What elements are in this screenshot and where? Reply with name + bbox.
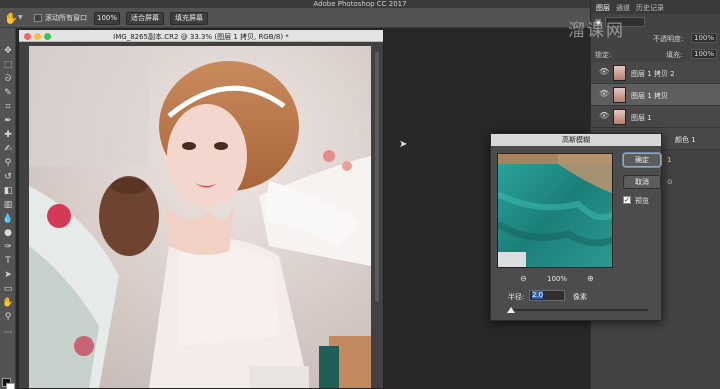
lasso-tool-icon[interactable]: ᘐ	[2, 74, 14, 85]
quick-select-tool-icon[interactable]: ✎	[2, 88, 14, 99]
radius-input[interactable]: 2.0	[529, 290, 565, 301]
opacity-label: 不透明度:	[653, 35, 684, 43]
fill-field[interactable]: 100%	[691, 49, 717, 59]
more-tools-icon[interactable]: ⋯	[2, 328, 14, 339]
zoom-100-button[interactable]: 100%	[94, 12, 120, 25]
tab-layers[interactable]: 图层	[596, 3, 610, 13]
preview-label: 预览	[635, 197, 649, 205]
layer-name: 图层 1 拷贝 2	[631, 70, 675, 78]
preview-checkbox[interactable]: ✓	[623, 196, 631, 204]
layer-name: 颜色 1	[675, 136, 696, 144]
layer-number: 1	[667, 156, 672, 164]
mouse-cursor-icon: ➤	[399, 139, 408, 150]
portrait-photo	[29, 46, 371, 388]
background-color-swatch[interactable]	[6, 383, 15, 389]
dialog-title: 高斯模糊	[562, 136, 590, 144]
brush-tool-icon[interactable]: ✍	[2, 144, 14, 155]
path-select-tool-icon[interactable]: ➤	[2, 270, 14, 281]
zoom-value: 100%	[547, 275, 568, 283]
healing-brush-tool-icon[interactable]: ✚	[2, 130, 14, 141]
zoom-out-icon[interactable]: ⊖	[520, 274, 527, 283]
eyedropper-tool-icon[interactable]: ✒	[2, 116, 14, 127]
visibility-eye-icon[interactable]: 👁	[599, 111, 609, 120]
pen-tool-icon[interactable]: ✑	[2, 242, 14, 253]
layer-thumbnail	[613, 109, 626, 125]
document-title: IMG_8265副本.CR2 @ 33.3% (图层 1 拷贝, RGB/8) …	[113, 33, 289, 41]
visibility-eye-icon[interactable]: 👁	[599, 67, 609, 76]
eraser-tool-icon[interactable]: ◧	[2, 186, 14, 197]
cancel-button[interactable]: 取消	[623, 175, 661, 189]
scroll-all-windows-checkbox[interactable]	[34, 14, 42, 22]
layer-name: 图层 1 拷贝	[631, 92, 668, 100]
radius-label: 半径:	[508, 293, 525, 301]
dodge-tool-icon[interactable]: ●	[2, 228, 14, 239]
radius-unit: 像素	[573, 293, 587, 301]
history-brush-tool-icon[interactable]: ↺	[2, 172, 14, 183]
zoom-tool-icon[interactable]: ⚲	[2, 312, 14, 323]
tab-history[interactable]: 历史记录	[636, 3, 664, 13]
clone-stamp-tool-icon[interactable]: ⚲	[2, 158, 14, 169]
chevron-down-icon[interactable]: ▼	[18, 14, 23, 21]
tab-channels[interactable]: 通道	[616, 3, 630, 13]
layer-row[interactable]: 👁 图层 1	[591, 106, 720, 128]
blur-tool-icon[interactable]: 💧	[2, 214, 14, 225]
radius-value: 2.0	[532, 291, 544, 299]
gaussian-blur-dialog: 高斯模糊 确定 取消 ✓ 预览 ⊖ 100% ⊕ 半径: 2.0 像素	[490, 133, 662, 321]
layer-row-selected[interactable]: 👁 图层 1 拷贝	[591, 84, 720, 106]
crop-tool-icon[interactable]: ⌗	[2, 102, 14, 113]
visibility-eye-icon[interactable]: 👁	[599, 89, 609, 98]
radius-slider-handle[interactable]	[506, 307, 515, 313]
preview-image	[498, 154, 612, 267]
radius-slider-track[interactable]	[508, 309, 648, 311]
ok-button[interactable]: 确定	[623, 153, 661, 167]
document-titlebar: IMG_8265副本.CR2 @ 33.3% (图层 1 拷贝, RGB/8) …	[19, 30, 383, 42]
app-title: Adobe Photoshop CC 2017	[313, 0, 407, 8]
layer-row[interactable]: 👁 图层 1 拷贝 2	[591, 62, 720, 84]
gradient-tool-icon[interactable]: ▥	[2, 200, 14, 211]
image-canvas[interactable]	[29, 46, 371, 388]
marquee-tool-icon[interactable]: ⬚	[2, 60, 14, 71]
layer-thumbnail	[613, 65, 626, 81]
document-window: IMG_8265副本.CR2 @ 33.3% (图层 1 拷贝, RGB/8) …	[18, 29, 384, 389]
hand-tool-icon[interactable]: ✋	[4, 12, 18, 25]
fill-label: 填充:	[666, 51, 683, 59]
document-scrollbar[interactable]	[375, 52, 379, 302]
layer-name: 图层 1	[631, 114, 652, 122]
layer-thumbnail	[613, 87, 626, 103]
type-tool-icon[interactable]: T	[2, 256, 14, 267]
blur-preview[interactable]	[497, 153, 613, 268]
watermark-logo: 溜课网	[568, 21, 625, 41]
dialog-titlebar: 高斯模糊	[491, 134, 661, 146]
zoom-in-icon[interactable]: ⊕	[587, 274, 594, 283]
fill-screen-button[interactable]: 填充屏幕	[170, 12, 208, 25]
fit-screen-button[interactable]: 适合屏幕	[126, 12, 164, 25]
opacity-field[interactable]: 100%	[691, 33, 717, 43]
tools-panel: ✥ ⬚ ᘐ ✎ ⌗ ✒ ✚ ✍ ⚲ ↺ ◧ ▥ 💧 ● ✑ T ➤ ▭ ✋ ⚲ …	[0, 28, 16, 389]
move-tool-icon[interactable]: ✥	[2, 46, 14, 57]
scroll-all-windows-label: 滚动所有窗口	[45, 14, 87, 22]
panel-tabs: 图层 通道 历史记录	[591, 0, 720, 14]
hand-tool-icon[interactable]: ✋	[2, 298, 14, 309]
lock-label: 锁定:	[595, 51, 612, 59]
shape-tool-icon[interactable]: ▭	[2, 284, 14, 295]
adjustment-icon[interactable]: ⊙	[667, 178, 673, 186]
